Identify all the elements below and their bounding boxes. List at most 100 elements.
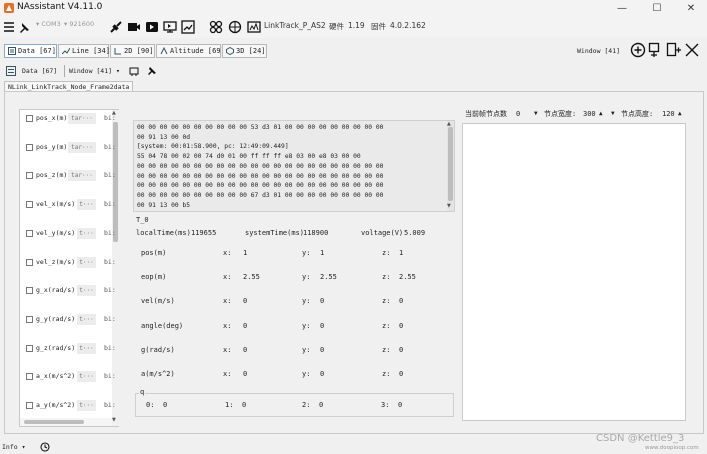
variable-checkbox[interactable] bbox=[26, 143, 33, 151]
close-button[interactable]: ✕ bbox=[674, 0, 707, 16]
variable-target[interactable]: tar··· bbox=[68, 141, 96, 153]
line-tab-icon bbox=[62, 47, 70, 55]
nodes-icon[interactable] bbox=[208, 18, 224, 35]
variable-target[interactable]: t··· bbox=[77, 342, 96, 354]
hex-line: 00 00 00 00 00 00 00 00 00 00 00 00 00 0… bbox=[137, 172, 384, 180]
add-window-icon[interactable] bbox=[630, 42, 646, 58]
fw-label: 固件 bbox=[371, 22, 386, 31]
variable-target[interactable]: t··· bbox=[77, 199, 96, 211]
split-horizontal-icon[interactable] bbox=[648, 42, 664, 58]
variable-checkbox[interactable] bbox=[26, 201, 33, 209]
field-y-value: 0 bbox=[320, 297, 325, 306]
variable-name: g_y(rad/s) bbox=[36, 314, 76, 323]
variable-target[interactable]: t··· bbox=[77, 400, 96, 411]
pin-window-icon[interactable] bbox=[147, 66, 157, 76]
sub-data-label: Data [67] bbox=[22, 67, 58, 75]
field-y-value: 0 bbox=[320, 345, 325, 354]
hex-dump[interactable]: 00 00 00 00 00 00 00 00 00 00 53 d3 01 0… bbox=[133, 120, 455, 212]
split-vertical-icon[interactable] bbox=[666, 42, 682, 58]
field-x-value: 1 bbox=[243, 249, 248, 257]
hex-line: 00 00 00 00 00 00 00 00 00 00 67 d3 01 0… bbox=[137, 191, 384, 199]
tab-altitude[interactable]: Altitude [69] bbox=[156, 44, 225, 58]
variable-suffix: bi: bbox=[104, 171, 116, 180]
title-bar: NAssistant V4.11.0 — ☐ ✕ bbox=[0, 0, 707, 16]
screen-icon[interactable] bbox=[162, 18, 178, 35]
screenshot-icon[interactable] bbox=[129, 66, 139, 76]
hex-line: [system: 00:01:58.900, pc: 12:49:09.449] bbox=[137, 143, 289, 151]
variable-target[interactable]: t··· bbox=[77, 371, 96, 383]
variable-checkbox[interactable] bbox=[26, 402, 33, 409]
variable-checkbox[interactable] bbox=[26, 315, 33, 323]
q-value: 0 bbox=[163, 401, 168, 409]
compass-icon[interactable] bbox=[227, 18, 243, 35]
signal-icon[interactable] bbox=[246, 18, 262, 35]
field-x-value: 2.55 bbox=[243, 273, 260, 282]
field-z-value: 0 bbox=[399, 321, 404, 330]
play-icon[interactable] bbox=[144, 18, 160, 35]
variable-row: a_y(m/s^2) t··· bi: bbox=[24, 400, 116, 412]
node-width-stepper-icon[interactable]: ▲ bbox=[599, 108, 603, 119]
variable-name: pos_z(m) bbox=[36, 171, 68, 180]
connect-icon[interactable] bbox=[108, 18, 124, 35]
q-index: 0: bbox=[146, 401, 155, 409]
scroll-down-icon[interactable]: ▼ bbox=[112, 417, 116, 423]
tab-3d[interactable]: 3D [24] bbox=[222, 44, 267, 58]
log-level-select[interactable]: Info ▾ bbox=[2, 443, 25, 451]
variable-suffix: bi: bbox=[104, 343, 116, 352]
axis-x-label: x: bbox=[223, 345, 232, 354]
hex-scroll-thumb[interactable] bbox=[448, 127, 453, 201]
variable-checkbox[interactable] bbox=[26, 258, 33, 266]
variable-name: pos_x(m) bbox=[36, 114, 68, 122]
sub-toolbar: Data [67] Window [41] ▾ bbox=[0, 64, 707, 78]
variable-checkbox[interactable] bbox=[26, 172, 33, 180]
pin-icon[interactable] bbox=[18, 18, 32, 35]
hex-line: 00 00 00 00 00 00 00 00 00 00 00 00 00 0… bbox=[137, 182, 384, 190]
tab-data[interactable]: Data [67] bbox=[4, 44, 57, 58]
variable-checkbox[interactable] bbox=[26, 287, 33, 295]
chart-icon[interactable] bbox=[180, 18, 196, 35]
variable-name: vel_y(m/s) bbox=[36, 228, 76, 237]
variable-checkbox[interactable] bbox=[26, 373, 33, 381]
system-time-label: systemTime(ms) bbox=[245, 229, 305, 237]
hex-scroll-down-icon[interactable]: ▼ bbox=[447, 203, 451, 209]
variable-target[interactable]: tar··· bbox=[68, 170, 96, 182]
tab-2d[interactable]: 2D [90] bbox=[110, 44, 155, 58]
node-width-value[interactable]: 300 bbox=[583, 108, 596, 119]
variable-checkbox[interactable] bbox=[26, 229, 33, 237]
axis-y-label: y: bbox=[302, 321, 311, 330]
field-label: angle(deg) bbox=[141, 321, 184, 330]
node-height-stepper-icon[interactable]: ▲ bbox=[678, 108, 682, 119]
variable-checkbox[interactable] bbox=[26, 115, 33, 122]
node-height-arrow-icon[interactable]: ▼ bbox=[611, 108, 615, 119]
variable-target[interactable]: t··· bbox=[77, 256, 96, 268]
baud-select[interactable]: ▾ 921600 bbox=[64, 20, 94, 32]
variable-target[interactable]: t··· bbox=[77, 313, 96, 325]
hex-scrollbar[interactable]: ▲ ▼ bbox=[447, 121, 454, 211]
variable-target[interactable]: t··· bbox=[77, 227, 96, 239]
hscroll-thumb[interactable] bbox=[24, 420, 84, 424]
variable-list-hscroll[interactable] bbox=[20, 418, 112, 426]
q-label: q bbox=[139, 388, 146, 396]
port-select[interactable]: ▾ COM3 bbox=[36, 20, 61, 32]
variable-suffix: bi: bbox=[104, 200, 116, 209]
variable-target[interactable]: t··· bbox=[77, 285, 96, 297]
window-select[interactable]: Window [41] ▾ bbox=[69, 67, 120, 75]
record-icon[interactable] bbox=[126, 18, 142, 35]
variable-target[interactable]: tar··· bbox=[68, 113, 96, 124]
variable-checkbox[interactable] bbox=[26, 344, 33, 352]
history-icon[interactable] bbox=[40, 442, 50, 452]
minimize-button[interactable]: — bbox=[605, 0, 639, 16]
node-height-value[interactable]: 120 bbox=[662, 108, 675, 119]
field-z-value: 0 bbox=[399, 345, 404, 354]
tab-line[interactable]: Line [34] bbox=[58, 44, 110, 58]
scroll-thumb[interactable] bbox=[113, 122, 118, 242]
node-view[interactable] bbox=[462, 123, 686, 421]
frame-tab[interactable]: NLink_LinkTrack_Node_Frame2data bbox=[4, 81, 134, 91]
menu-icon[interactable] bbox=[2, 18, 16, 35]
maximize-button[interactable]: ☐ bbox=[640, 0, 674, 16]
node-count-value: 0 bbox=[516, 109, 521, 118]
node-count-arrow-icon[interactable]: ▼ bbox=[534, 108, 538, 119]
axis-z-label: z: bbox=[382, 249, 391, 257]
close-window-icon[interactable] bbox=[684, 42, 700, 58]
watermark-text: CSDN @Kettle9_3 bbox=[596, 433, 685, 444]
